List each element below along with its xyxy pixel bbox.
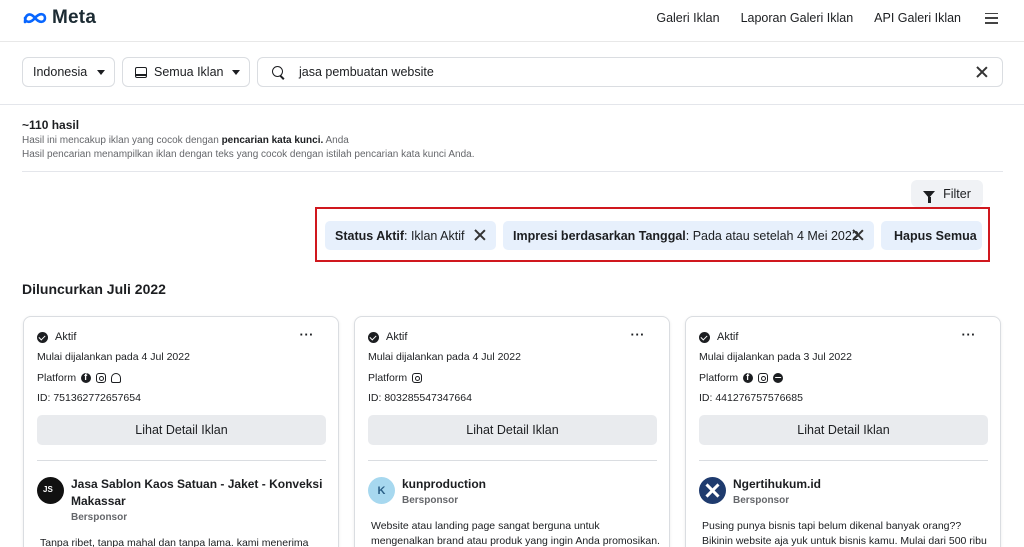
advertiser-info: Ngertihukum.id Bersponsor [733, 476, 988, 506]
close-icon [976, 66, 988, 78]
nav-ad-library[interactable]: Galeri Iklan [656, 11, 719, 25]
ad-id: ID: 751362772657654 [37, 392, 141, 404]
advertiser-avatar[interactable] [37, 477, 64, 504]
audience-network-icon [111, 373, 122, 383]
results-note-2: Hasil pencarian menampilkan iklan dengan… [22, 149, 475, 160]
logo-wordmark: Meta [52, 7, 97, 28]
ad-body-text: Tanpa ribet, tanpa mahal dan tanpa lama.… [40, 537, 309, 547]
ad-status: Aktif [37, 331, 76, 343]
instagram-icon [412, 373, 423, 383]
menu-icon[interactable] [985, 12, 998, 24]
caret-down-icon [232, 70, 240, 75]
filter-chip-label: Status Aktif [335, 228, 404, 243]
view-ad-details-button[interactable]: Lihat Detail Iklan [699, 415, 988, 445]
advertiser-name[interactable]: Ngertihukum.id [733, 476, 988, 493]
ad-status: Aktif [699, 331, 738, 343]
more-options-button[interactable]: ··· [631, 328, 646, 341]
caret-down-icon [97, 70, 105, 75]
advertiser-name[interactable]: Jasa Sablon Kaos Satuan - Jaket - Konvek… [71, 476, 326, 510]
more-options-button[interactable]: ··· [300, 328, 315, 341]
divider [368, 460, 657, 461]
ad-start-date: Mulai dijalankan pada 4 Jul 2022 [368, 351, 521, 363]
ad-id: ID: 803285547347664 [368, 392, 472, 404]
search-row: Indonesia Semua Iklan jasa pembuatan web… [22, 57, 1003, 87]
check-circle-icon [699, 331, 710, 343]
ad-platforms: Platform [368, 372, 423, 384]
ad-card: Aktif ··· Mulai dijalankan pada 3 Jul 20… [685, 316, 1001, 547]
ad-category-select[interactable]: Semua Iklan [122, 57, 250, 87]
more-options-button[interactable]: ··· [962, 328, 977, 341]
ad-category-value: Semua Iklan [154, 65, 224, 79]
nav-ad-library-report[interactable]: Laporan Galeri Iklan [741, 11, 854, 25]
sponsored-label: Bersponsor [402, 495, 459, 506]
clear-all-button[interactable]: Hapus Semua [881, 221, 982, 250]
top-nav: Galeri Iklan Laporan Galeri Iklan API Ga… [656, 11, 998, 25]
ad-platforms: Platform [699, 372, 784, 384]
check-circle-icon [368, 331, 379, 343]
top-bar: Meta Galeri Iklan Laporan Galeri Iklan A… [0, 0, 1024, 42]
facebook-icon [81, 372, 92, 383]
filter-button-label: Filter [943, 186, 971, 201]
ad-start-date: Mulai dijalankan pada 3 Jul 2022 [699, 351, 852, 363]
results-summary: ~110 hasil Hasil ini mencakup iklan yang… [22, 118, 1002, 160]
advertiser-info: kunproduction Bersponsor [402, 476, 657, 506]
advertiser-avatar[interactable] [699, 477, 726, 504]
messenger-icon [773, 373, 784, 383]
filter-chip-value: : Iklan Aktif [404, 228, 465, 243]
remove-filter-button[interactable] [852, 229, 864, 244]
close-icon [474, 229, 486, 241]
view-ad-details-button[interactable]: Lihat Detail Iklan [368, 415, 657, 445]
divider [0, 104, 1024, 105]
filter-chip-label: Impresi berdasarkan Tanggal [513, 228, 686, 243]
search-icon [272, 65, 285, 79]
meta-infinity-icon [23, 12, 47, 24]
filter-chip-status[interactable]: Status Aktif: Iklan Aktif [325, 221, 496, 250]
filter-icon [923, 191, 936, 203]
divider [22, 171, 1003, 172]
ad-status: Aktif [368, 331, 407, 343]
advertiser-avatar[interactable]: K [368, 477, 395, 504]
results-count: ~110 hasil [22, 118, 80, 132]
clear-search-button[interactable] [976, 65, 990, 79]
sponsored-label: Bersponsor [71, 512, 128, 523]
close-icon [852, 229, 864, 241]
ad-platforms: Platform [37, 372, 122, 384]
instagram-icon [96, 373, 107, 383]
country-select-value: Indonesia [33, 65, 88, 79]
ad-body-text: Pusing punya bisnis tapi belum dikenal b… [702, 520, 987, 547]
instagram-icon [758, 373, 769, 383]
sponsored-label: Bersponsor [733, 495, 790, 506]
ad-card: Aktif ··· Mulai dijalankan pada 4 Jul 20… [354, 316, 670, 547]
advertiser-info: Jasa Sablon Kaos Satuan - Jaket - Konvek… [71, 476, 326, 523]
search-input[interactable]: jasa pembuatan website [257, 57, 1003, 87]
filter-button[interactable]: Filter [911, 180, 983, 207]
advertiser-name[interactable]: kunproduction [402, 476, 657, 493]
filter-chip-value: : Pada atau setelah 4 Mei 2022 [685, 228, 859, 243]
meta-logo[interactable]: Meta [22, 7, 96, 29]
divider [37, 460, 326, 461]
filter-chip-date[interactable]: Impresi berdasarkan Tanggal: Pada atau s… [503, 221, 874, 250]
remove-filter-button[interactable] [474, 229, 486, 244]
active-filters-highlight: Status Aktif: Iklan Aktif Impresi berdas… [315, 207, 990, 262]
nav-ad-library-api[interactable]: API Galeri Iklan [874, 11, 961, 25]
check-circle-icon [37, 331, 48, 343]
ad-body-text: Website atau landing page sangat berguna… [371, 520, 660, 547]
ad-card: Aktif ··· Mulai dijalankan pada 4 Jul 20… [23, 316, 339, 547]
country-select[interactable]: Indonesia [22, 57, 115, 87]
facebook-icon [743, 372, 754, 383]
ad-category-icon [135, 66, 147, 78]
divider [699, 460, 988, 461]
section-title: Diluncurkan Juli 2022 [22, 281, 166, 297]
view-ad-details-button[interactable]: Lihat Detail Iklan [37, 415, 326, 445]
ad-id: ID: 441276757576685 [699, 392, 803, 404]
search-query: jasa pembuatan website [299, 65, 434, 79]
results-note-1: Hasil ini mencakup iklan yang cocok deng… [22, 135, 349, 146]
ad-start-date: Mulai dijalankan pada 4 Jul 2022 [37, 351, 190, 363]
